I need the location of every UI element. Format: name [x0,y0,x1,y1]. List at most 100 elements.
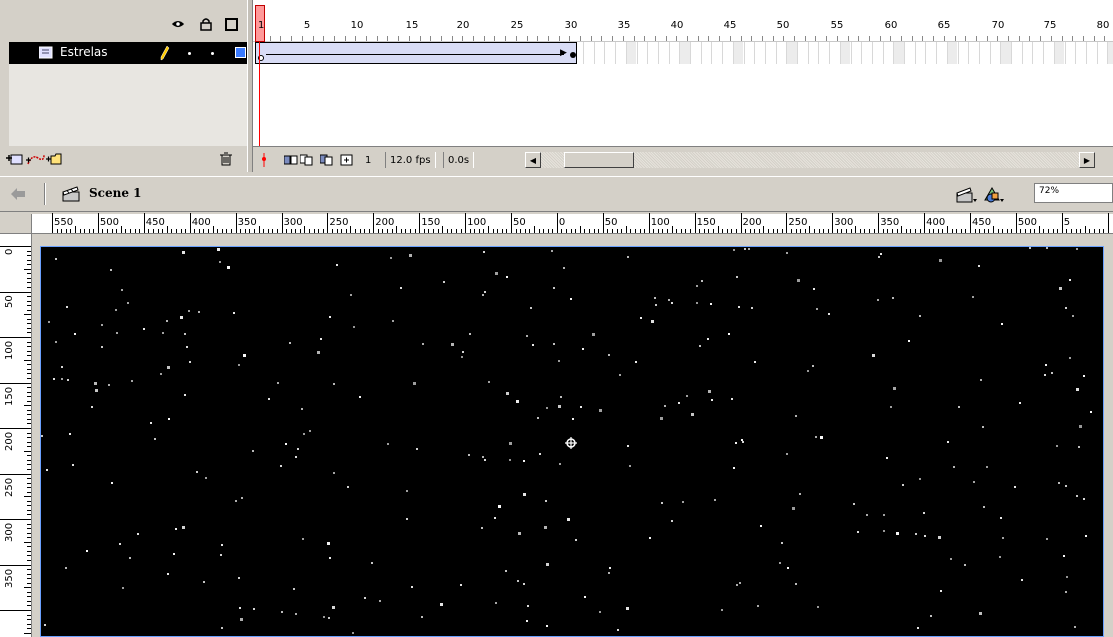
horizontal-ruler[interactable]: 550 500 450 400 350 300 250 200 150 100 50 0 50 100 15… [32,213,1113,234]
frame-cell[interactable] [743,42,755,64]
frame-cell[interactable] [754,42,765,64]
add-motion-guide-icon[interactable] [26,152,45,166]
frame-cell[interactable] [936,42,947,64]
ruler-tick [1070,229,1072,233]
ruler-tick [552,229,554,233]
frame-cell[interactable] [1053,42,1065,64]
onion-skin-outlines-icon[interactable] [319,152,335,168]
frame-cell[interactable] [839,42,851,64]
star [65,567,67,569]
frame-cell[interactable] [593,42,605,64]
frame-ruler[interactable]: 5 10 15 20 25 30 35 40 45 50 55 60 65 70… [253,0,1113,42]
frame-cell[interactable] [1075,42,1086,64]
edit-multiple-frames-icon[interactable] [339,152,355,168]
frame-cell[interactable] [668,42,680,64]
onion-skin-icon[interactable] [299,152,315,168]
frame-cell[interactable] [700,42,712,64]
scene-breadcrumb[interactable]: Scene 1 [89,186,142,200]
frame-cell[interactable] [978,42,990,64]
visibility-dot[interactable] [188,52,191,55]
frame-cell[interactable] [882,42,894,64]
frame-cell[interactable] [925,42,936,64]
center-frame-icon[interactable] [283,152,299,168]
lock-icon[interactable] [199,17,213,31]
lock-dot[interactable] [211,52,214,55]
ruler-tick [27,623,31,625]
ruler-tick [745,229,747,233]
frame-rate[interactable]: 12.0 fps [385,152,436,168]
scroll-right-arrow[interactable]: ▶ [1079,152,1095,168]
frame-cell[interactable] [1032,42,1043,64]
ruler-tick [130,229,132,233]
star [526,620,528,622]
vertical-ruler[interactable]: 0 50 100 150 200 250 300 350 [0,234,32,637]
frame-cell[interactable] [657,42,669,64]
frame-cell[interactable] [871,42,883,64]
scroll-thumb[interactable] [564,152,634,168]
star [820,436,823,439]
frame-cell[interactable] [818,42,829,64]
frame-cell[interactable] [1096,42,1108,64]
end-keyframe[interactable] [570,52,576,58]
frame-cell[interactable] [957,42,969,64]
frame-cell[interactable] [1011,42,1022,64]
frame-cell[interactable] [647,42,658,64]
ruler-tick [749,229,751,233]
star [333,472,335,474]
ruler-tick [0,610,31,611]
outline-square-icon[interactable] [224,17,238,31]
ruler-tick [405,229,407,233]
motion-tween-span[interactable]: ▶ [255,42,577,64]
frame-cell[interactable] [850,42,862,64]
frame-cell[interactable] [775,42,787,64]
frame-cell[interactable] [732,42,744,64]
edit-scene-icon[interactable] [956,186,978,204]
frame-cell[interactable] [679,42,690,64]
layer-name[interactable]: Estrelas [60,45,108,59]
frame-cell[interactable] [946,42,958,64]
frame-cell[interactable] [1021,42,1033,64]
layer-row-estrelas[interactable]: Estrelas [9,42,249,64]
star [958,406,960,408]
frame-cell[interactable] [1000,42,1011,64]
insert-layer-icon[interactable] [6,152,24,166]
star [686,395,688,397]
frame-cell[interactable] [989,42,1001,64]
frame-cell[interactable] [1085,42,1097,64]
frame-cell[interactable] [797,42,808,64]
back-arrow-icon[interactable] [10,187,26,201]
frame-cell[interactable] [636,42,648,64]
star [721,609,723,611]
star [95,389,98,392]
frame-cell[interactable] [1064,42,1076,64]
frame-cell[interactable] [807,42,819,64]
frame-cell[interactable] [764,42,776,64]
edit-symbols-icon[interactable] [983,186,1005,204]
registration-point-icon[interactable] [565,437,577,449]
frame-cell[interactable] [583,42,594,64]
frame-cell[interactable] [615,42,626,64]
frame-cell[interactable] [711,42,722,64]
scroll-left-arrow[interactable]: ◀ [525,152,541,168]
frame-cell[interactable] [893,42,904,64]
eye-icon[interactable] [171,17,185,31]
frame-cell[interactable] [914,42,926,64]
frame-cell[interactable] [1043,42,1054,64]
zoom-input[interactable]: 72% [1034,183,1113,203]
frame-cell[interactable] [722,42,733,64]
frame-cell[interactable] [1107,42,1113,64]
delete-layer-icon[interactable] [219,152,237,166]
frame-cell[interactable] [786,42,797,64]
frame-cell[interactable] [829,42,840,64]
frame-cell[interactable] [861,42,872,64]
frame-cell[interactable] [604,42,615,64]
ruler-tick [694,213,696,233]
frame-cell[interactable] [690,42,701,64]
ruler-tick [979,229,981,233]
layer-color-swatch[interactable] [235,47,246,58]
frame-cell[interactable] [625,42,637,64]
insert-folder-icon[interactable] [46,152,64,166]
timeline-scrollbar[interactable]: ◀ ▶ [525,152,1095,168]
frame-cell[interactable] [904,42,915,64]
frame-cell[interactable] [968,42,979,64]
